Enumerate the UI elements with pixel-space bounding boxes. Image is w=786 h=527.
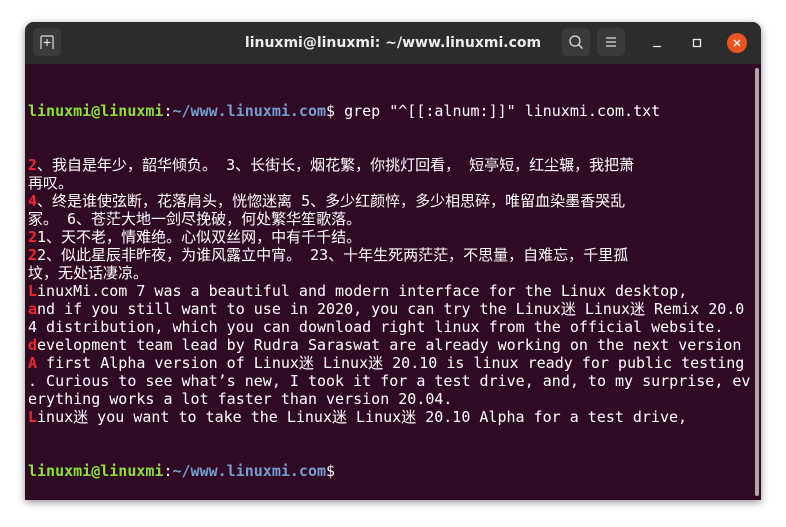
hamburger-icon: [606, 37, 616, 47]
prompt-dollar: $: [326, 462, 336, 480]
output-line: 22、似此星辰非昨夜，为谁风露立中宵。 23、十年生死两茫茫，不思量，自难忘，千…: [28, 246, 761, 264]
output-line: and if you still want to use in 2020, yo…: [28, 300, 761, 318]
line-text: 2、似此星辰非昨夜，为谁风露立中宵。 23、十年生死两茫茫，不思量，自难忘，千里…: [37, 246, 629, 264]
line-text: erything works a lot faster than version…: [28, 390, 453, 408]
line-text: 坟，无处话凄凉。: [28, 264, 149, 282]
prompt-sep: :: [163, 462, 173, 480]
match-highlight: a: [28, 300, 38, 318]
search-icon: [569, 35, 583, 49]
output-line: erything works a lot faster than version…: [28, 390, 761, 408]
prompt-user: linuxmi@linuxmi: [28, 102, 164, 120]
output-line: 2、我自是年少，韶华倾负。 3、长街长，烟花繁，你挑灯回看， 短亭短，红尘辗，我…: [28, 156, 761, 174]
new-tab-button[interactable]: [33, 28, 61, 56]
prompt-dollar: $: [326, 102, 336, 120]
maximize-icon: [692, 38, 702, 48]
title-bar: linuxmi@linuxmi: ~/www.linuxmi.com: [25, 22, 761, 64]
output-line: A first Alpha version of Linux迷 Linux迷 2…: [28, 354, 761, 372]
prompt-path: ~/www.linuxmi.com: [172, 102, 327, 120]
match-highlight: 2: [28, 156, 38, 174]
output-line: Linux迷 you want to take the Linux迷 Linux…: [28, 408, 761, 426]
match-highlight: 2: [28, 228, 38, 246]
prompt-sep: :: [163, 102, 173, 120]
match-highlight: L: [28, 282, 38, 300]
close-button[interactable]: [727, 33, 747, 53]
line-text: 再叹。: [28, 174, 74, 192]
output-line: 坟，无处话凄凉。: [28, 264, 761, 282]
line-text: first Alpha version of Linux迷 Linux迷 20.…: [37, 354, 745, 372]
match-highlight: L: [28, 408, 38, 426]
output-line: 21、天不老，情难绝。心似双丝网，中有千千结。: [28, 228, 761, 246]
minimize-icon: [653, 45, 661, 48]
output-line: . Curious to see what’s new, I took it f…: [28, 372, 761, 390]
match-highlight: 4: [28, 192, 38, 210]
match-highlight: A: [28, 354, 38, 372]
new-tab-icon: [40, 35, 54, 49]
prompt-path: ~/www.linuxmi.com: [172, 462, 327, 480]
minimize-button[interactable]: [647, 33, 667, 53]
close-icon: [733, 39, 741, 47]
line-text: inuxMi.com 7 was a beautiful and modern …: [37, 282, 688, 300]
output-line: LinuxMi.com 7 was a beautiful and modern…: [28, 282, 761, 300]
search-button[interactable]: [562, 28, 590, 56]
match-highlight: 2: [28, 246, 38, 264]
line-text: 、我自是年少，韶华倾负。 3、长街长，烟花繁，你挑灯回看， 短亭短，红尘辗，我把…: [37, 156, 635, 174]
line-text: nd if you still want to use in 2020, you…: [37, 300, 745, 318]
output-line: 4、终是谁使弦断，花落肩头，恍惚迷离 5、多少红颜悴，多少相思碎，唯留血染墨香哭…: [28, 192, 761, 210]
line-text: inux迷 you want to take the Linux迷 Linux迷…: [37, 408, 688, 426]
line-text: 、终是谁使弦断，花落肩头，恍惚迷离 5、多少红颜悴，多少相思碎，唯留血染墨香哭乱: [37, 192, 626, 210]
menu-button[interactable]: [597, 28, 625, 56]
terminal-window: linuxmi@linuxmi: ~/www.linuxmi.com linux…: [25, 22, 761, 500]
command-text: grep "^[[:alnum:]]" linuxmi.com.txt: [335, 102, 661, 120]
command-line: linuxmi@linuxmi:~/www.linuxmi.com$ grep …: [28, 102, 761, 120]
match-highlight: d: [28, 336, 38, 354]
current-prompt[interactable]: linuxmi@linuxmi:~/www.linuxmi.com$: [28, 462, 761, 480]
prompt-user: linuxmi@linuxmi: [28, 462, 164, 480]
terminal-output[interactable]: linuxmi@linuxmi:~/www.linuxmi.com$ grep …: [25, 64, 761, 500]
output-line: development team lead by Rudra Saraswat …: [28, 336, 761, 354]
output-line: 4 distribution, which you can download r…: [28, 318, 761, 336]
line-text: 1、天不老，情难绝。心似双丝网，中有千千结。: [37, 228, 362, 246]
line-text: . Curious to see what’s new, I took it f…: [28, 372, 751, 390]
line-text: evelopment team lead by Rudra Saraswat a…: [37, 336, 742, 354]
output-line: 再叹。: [28, 174, 761, 192]
output-line: 冢。 6、苍茫大地一剑尽挽破，何处繁华笙歌落。: [28, 210, 761, 228]
line-text: 冢。 6、苍茫大地一剑尽挽破，何处繁华笙歌落。: [28, 210, 362, 228]
scrollbar[interactable]: [755, 68, 759, 496]
maximize-button[interactable]: [687, 33, 707, 53]
line-text: 4 distribution, which you can download r…: [28, 318, 724, 336]
